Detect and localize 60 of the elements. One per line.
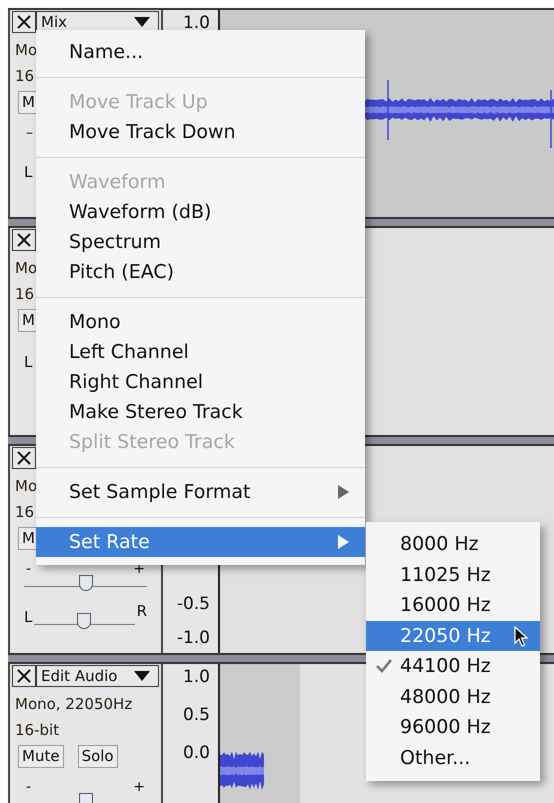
menu-item[interactable]: Waveform (dB) — [36, 197, 365, 227]
gain-minus-label: – — [26, 126, 33, 140]
pan-left-label: L — [24, 164, 32, 180]
track-info-text: 16 — [15, 66, 34, 87]
ruler-label: 0.5 — [182, 704, 210, 726]
track-info-text: 16-bit — [15, 720, 60, 741]
menu-item[interactable]: Pitch (EAC) — [36, 257, 365, 287]
gain-minus-label: - — [26, 780, 32, 794]
menu-item[interactable]: Name... — [36, 37, 365, 67]
rate-menu-item[interactable]: 11025 Hz — [366, 560, 540, 590]
ruler-label: -1.0 — [176, 627, 210, 649]
close-icon — [17, 669, 31, 683]
gain-plus-label: + — [133, 780, 145, 794]
gain-minus-label: - — [26, 562, 32, 576]
pan-right-label: R — [136, 603, 147, 619]
track-button[interactable]: Mute — [18, 745, 64, 768]
menu-item[interactable]: Set Rate — [36, 527, 365, 557]
ruler-label: -0.5 — [176, 593, 210, 615]
track-info-text: Mo — [15, 476, 38, 497]
menu-item[interactable]: Set Sample Format — [36, 477, 365, 507]
ruler-label: 1.0 — [182, 12, 210, 34]
menu-item[interactable]: Make Stereo Track — [36, 397, 365, 427]
close-icon — [17, 233, 31, 247]
track-info-text: 16 — [15, 284, 34, 305]
track-info-text: 16 — [15, 502, 34, 523]
pan-slider-thumb[interactable] — [77, 613, 92, 629]
gain-slider-thumb[interactable] — [78, 575, 92, 591]
track-info-text: Mo — [15, 40, 38, 61]
dropdown-arrow-icon — [134, 17, 150, 27]
rate-menu-item[interactable]: Other... — [366, 742, 540, 773]
close-icon — [17, 451, 31, 465]
close-button[interactable] — [12, 11, 36, 33]
ruler-label: 1.0 — [182, 666, 210, 688]
rate-menu-item[interactable]: 8000 Hz — [366, 529, 540, 560]
rate-menu-item[interactable]: 16000 Hz — [366, 590, 540, 620]
track-name-menu[interactable]: Edit Audio — [36, 665, 159, 687]
menu-item[interactable]: Spectrum — [36, 227, 365, 257]
gain-plus-label: + — [133, 562, 145, 576]
menu-item[interactable]: Move Track Down — [36, 117, 365, 147]
submenu-arrow-icon — [338, 485, 349, 499]
close-button[interactable] — [12, 665, 36, 687]
menu-item[interactable]: Mono — [36, 307, 365, 337]
dropdown-arrow-icon — [134, 671, 150, 681]
menu-item[interactable]: Right Channel — [36, 367, 365, 397]
close-icon — [17, 15, 31, 29]
pointer-cursor-icon — [514, 626, 529, 648]
ruler-label: 0.0 — [182, 742, 210, 764]
pan-left-label: L — [24, 609, 32, 625]
track-info-text: Mo — [15, 258, 38, 279]
close-button[interactable] — [12, 447, 36, 469]
pan-left-label: L — [24, 354, 32, 370]
rate-menu-item[interactable]: 44100 Hz — [366, 651, 540, 682]
submenu-arrow-icon — [338, 535, 349, 549]
close-button[interactable] — [12, 229, 36, 251]
rate-menu-item[interactable]: 96000 Hz — [366, 712, 540, 742]
track-info-text: Mono, 22050Hz — [15, 694, 132, 715]
rate-menu-item[interactable]: 48000 Hz — [366, 682, 540, 712]
track-button[interactable]: Solo — [78, 745, 118, 768]
menu-item[interactable]: Left Channel — [36, 337, 365, 367]
rate-menu-item[interactable]: 22050 Hz — [366, 620, 540, 651]
